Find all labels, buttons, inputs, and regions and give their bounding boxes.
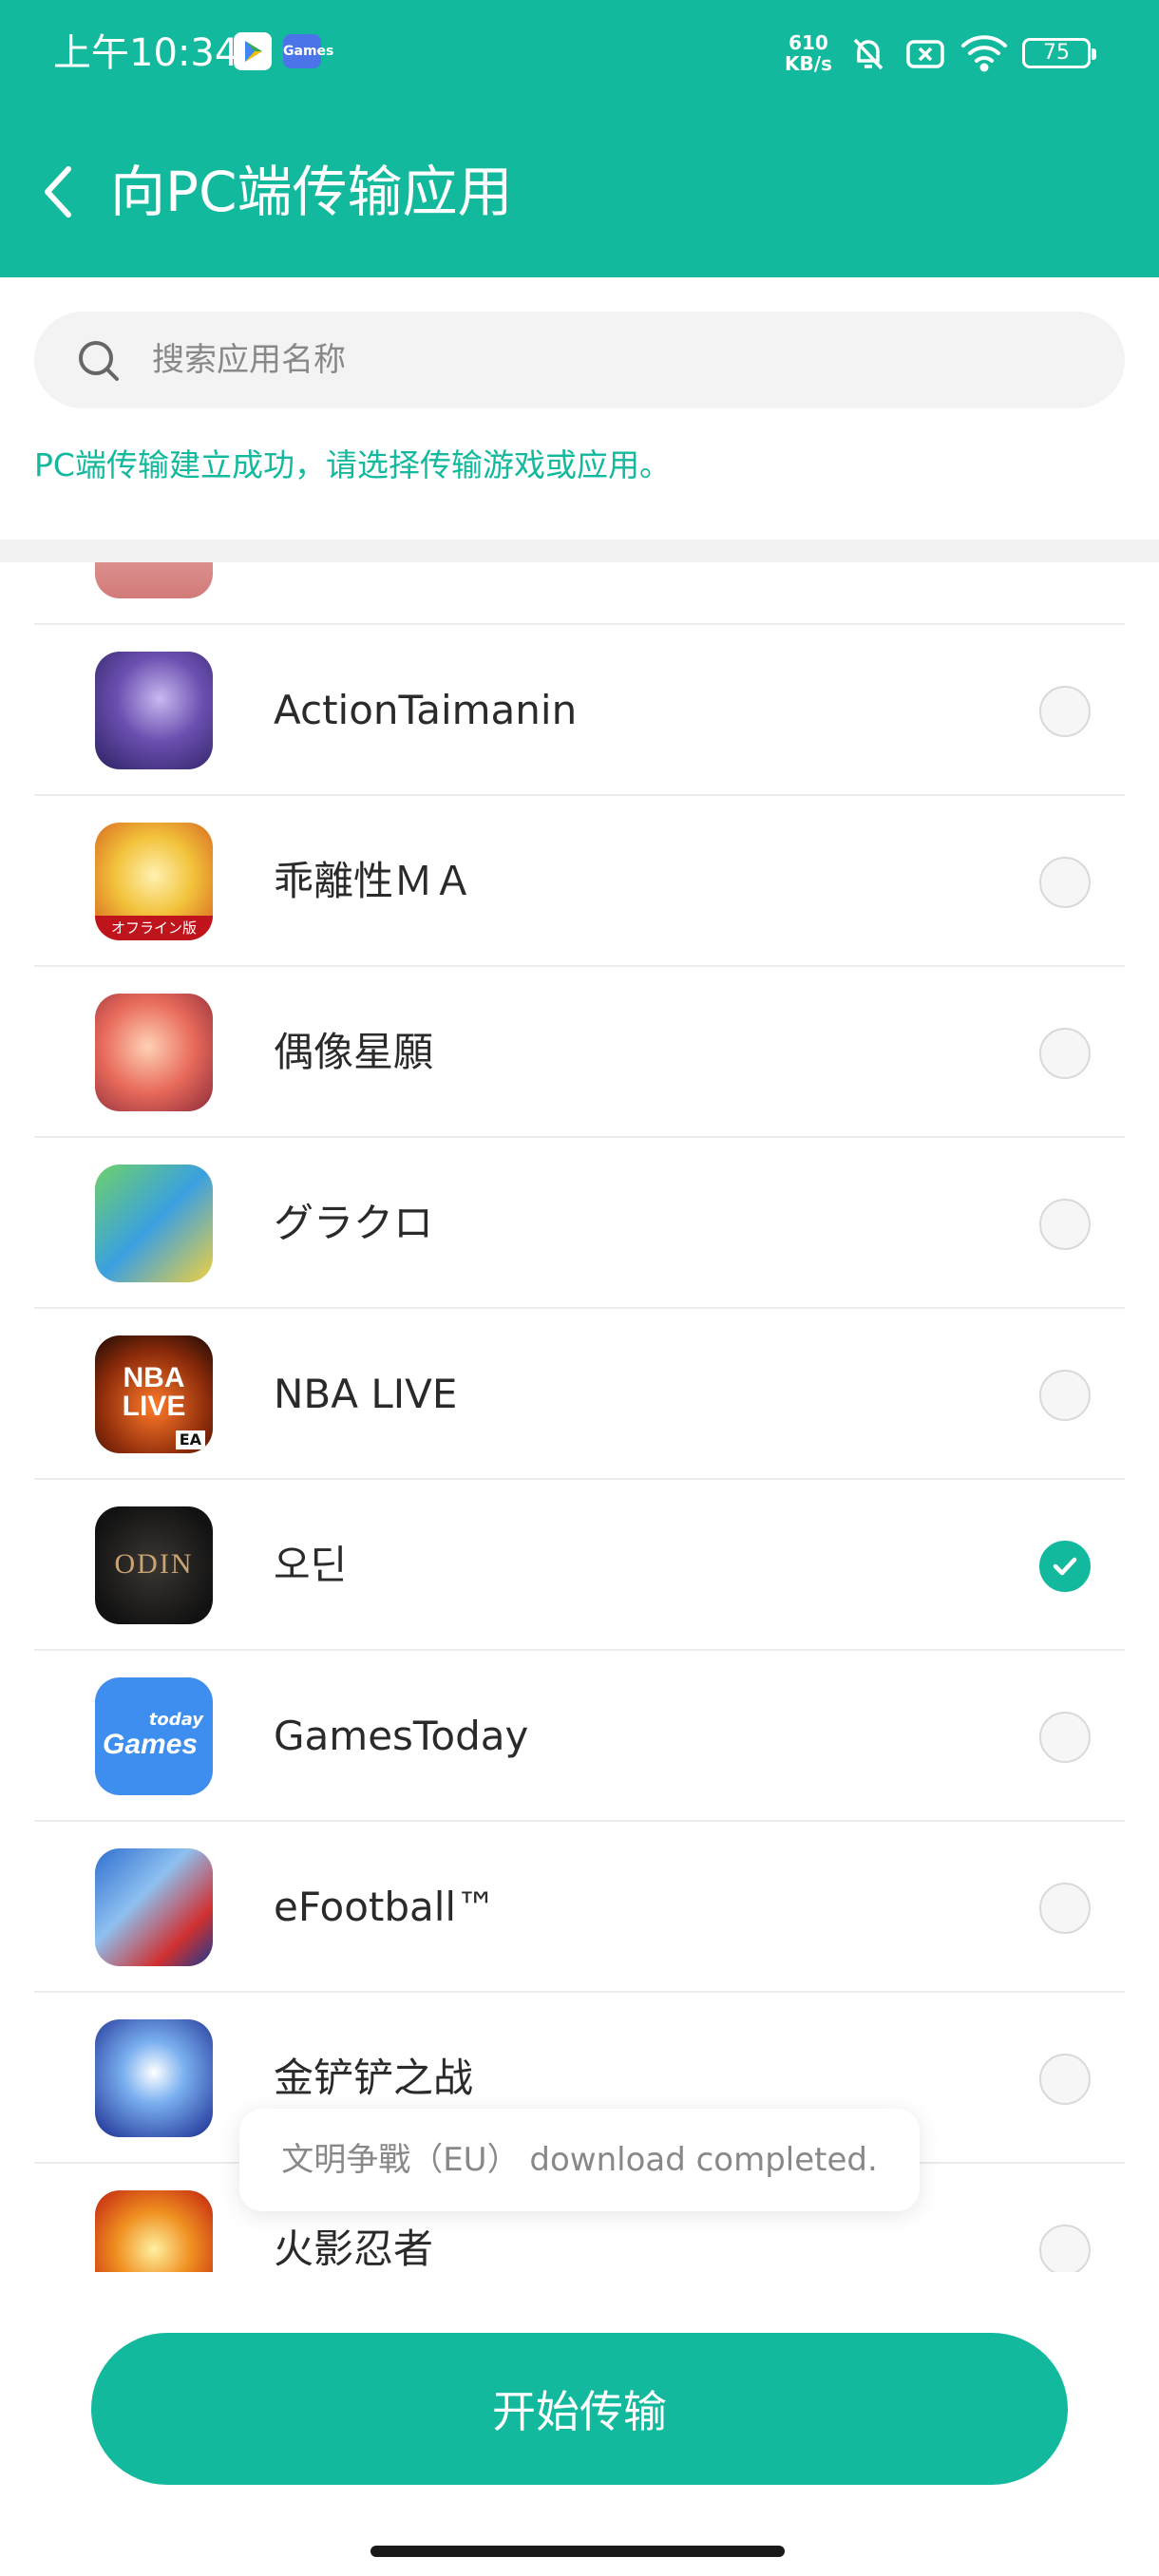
icon-text: NBA (123, 1362, 185, 1393)
icon-text: LIVE (122, 1391, 186, 1422)
page-title: 向PC端传输应用 (110, 160, 513, 224)
app-bar: 向PC端传输应用 (0, 106, 1159, 277)
select-radio[interactable] (1039, 1028, 1091, 1079)
gamestoday-notification-icon: Games (283, 34, 333, 68)
idol-wish-icon (95, 994, 213, 1111)
download-toast: 文明争戰（EU） download completed. (239, 2109, 920, 2211)
list-item[interactable]: ODIN 오딘 (34, 1480, 1125, 1651)
icon-text: EA (175, 1430, 205, 1449)
back-button[interactable] (28, 154, 86, 230)
efootball-icon (95, 1848, 213, 1966)
list-item[interactable]: today Games GamesToday (34, 1651, 1125, 1822)
app-name: 金铲铲之战 (274, 2055, 474, 2101)
partial-app-icon (95, 562, 213, 598)
app-name: NBA LIVE (274, 1371, 458, 1417)
icon-text: Games (103, 1729, 199, 1760)
icon-text: ODIN (114, 1548, 194, 1580)
jinchanchan-icon (95, 2019, 213, 2137)
app-name: 火影忍者 (274, 2226, 434, 2272)
app-name: グラクロ (274, 1200, 434, 1246)
app-name: 乖離性ＭＡ (274, 858, 474, 904)
app-name: 오딘 (274, 1542, 348, 1588)
app-name: 偶像星願 (274, 1029, 434, 1075)
nba-live-icon: NBA LIVE EA (95, 1335, 213, 1453)
select-radio[interactable] (1039, 1712, 1091, 1763)
network-speed: 610 KB/s (785, 31, 832, 75)
app-name: eFootball™ (274, 1884, 497, 1930)
list-item[interactable]: NBA LIVE EA NBA LIVE (34, 1309, 1125, 1480)
select-radio-checked[interactable] (1039, 1541, 1091, 1592)
wifi-icon (960, 32, 1009, 78)
select-radio[interactable] (1039, 1883, 1091, 1934)
status-time: 上午10:34 (53, 31, 239, 75)
select-radio[interactable] (1039, 2225, 1091, 2272)
list-item[interactable]: オフライン版 乖離性ＭＡ (34, 796, 1125, 967)
start-transfer-button[interactable]: 开始传输 (91, 2333, 1068, 2485)
select-radio[interactable] (1039, 1370, 1091, 1421)
list-item[interactable]: ActionTaimanin (34, 625, 1125, 796)
select-radio[interactable] (1039, 857, 1091, 908)
list-item[interactable] (34, 562, 1125, 625)
select-radio[interactable] (1039, 2054, 1091, 2105)
battery-icon: 75 (1022, 38, 1096, 68)
select-radio[interactable] (1039, 686, 1091, 737)
chevron-left-icon (45, 166, 71, 218)
status-bar: 上午10:34 Games 610 KB/s 75 (0, 0, 1159, 106)
gamestoday-icon: today Games (95, 1677, 213, 1795)
search-input[interactable] (152, 312, 1083, 408)
connection-hint: PC端传输建立成功，请选择传输游戏或应用。 (34, 446, 671, 483)
list-item[interactable]: グラクロ (34, 1138, 1125, 1309)
search-bar[interactable] (34, 312, 1125, 408)
action-taimanin-icon (95, 652, 213, 769)
kairisei-ma-icon: オフライン版 (95, 823, 213, 940)
select-radio[interactable] (1039, 1199, 1091, 1250)
search-icon (76, 338, 122, 388)
icon-text: today (148, 1710, 203, 1730)
list-item[interactable]: eFootball™ (34, 1822, 1125, 1993)
check-icon (1053, 1557, 1077, 1576)
odin-icon: ODIN (95, 1506, 213, 1624)
bell-muted-icon (847, 32, 889, 78)
app-list[interactable]: ActionTaimanin オフライン版 乖離性ＭＡ 偶像星願 グラクロ NB… (0, 562, 1159, 2272)
gurakuro-icon (95, 1165, 213, 1282)
icon-badge: オフライン版 (95, 916, 213, 940)
app-name: GamesToday (274, 1713, 529, 1759)
list-item[interactable]: 偶像星願 (34, 967, 1125, 1138)
section-divider (0, 540, 1159, 562)
app-name: ActionTaimanin (274, 687, 578, 733)
play-store-notification-icon (234, 32, 272, 70)
sim-none-icon (904, 32, 946, 78)
home-indicator[interactable] (370, 2546, 785, 2557)
naruto-icon (95, 2190, 213, 2272)
